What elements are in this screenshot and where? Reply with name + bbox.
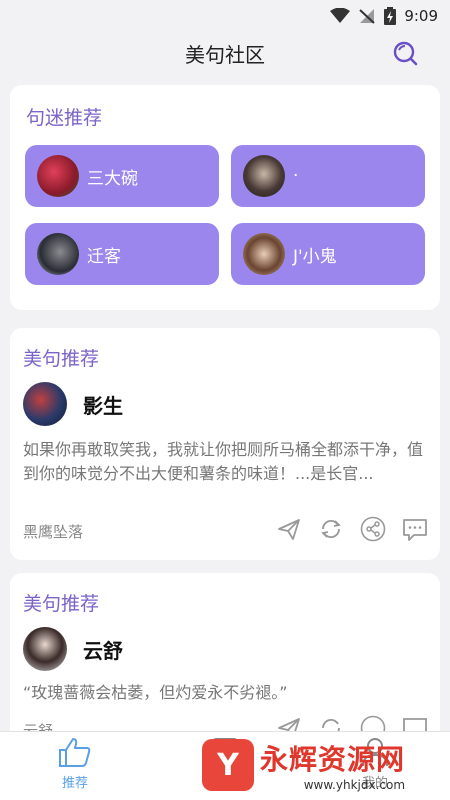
watermark-text: 永辉资源网: [260, 743, 406, 776]
search-button[interactable]: [390, 38, 420, 68]
author-name: 影生: [83, 393, 123, 418]
post-text[interactable]: “玫瑰蔷薇会枯萎，但灼爱永不劣褪。”: [23, 681, 428, 705]
post-author[interactable]: 云舒: [23, 627, 123, 671]
user-grid: 三大碗 · 迁客 J'小鬼: [25, 145, 425, 285]
user-chip[interactable]: 三大碗: [25, 145, 219, 207]
post-card: 美句推荐 影生 如果你再敢取笑我，我就让你把厕所马桶全都添干净，值到你的味觉分不…: [10, 328, 440, 560]
tab-recommend[interactable]: 推荐: [30, 736, 120, 791]
avatar: [23, 382, 67, 426]
share-icon[interactable]: [360, 516, 386, 542]
recommend-users-card: 句迷推荐 三大碗 · 迁客 J'小鬼: [10, 85, 440, 310]
watermark-logo: Y: [202, 739, 254, 791]
battery-charging-icon: [384, 7, 397, 25]
post-source[interactable]: 黑鹰坠落: [23, 521, 83, 542]
search-icon: [393, 41, 418, 66]
author-name: 云舒: [83, 638, 123, 663]
post-actions: [276, 516, 428, 542]
user-name: 三大碗: [87, 168, 138, 189]
signal-off-icon: [359, 9, 375, 24]
wifi-icon: [330, 8, 351, 23]
user-chip[interactable]: ·: [231, 145, 425, 207]
user-name: ·: [293, 166, 299, 186]
avatar: [37, 233, 79, 275]
post-author[interactable]: 影生: [23, 382, 123, 426]
page-title: 美句社区: [185, 42, 265, 67]
watermark: Y 永辉资源网 www.yhkjdx.com: [202, 734, 442, 796]
status-bar: 9:09: [0, 0, 450, 32]
post-section-title: 美句推荐: [23, 593, 100, 615]
app-header: 美句社区: [0, 32, 450, 74]
user-chip[interactable]: 迁客: [25, 223, 219, 285]
user-name: 迁客: [87, 246, 121, 267]
watermark-url: www.yhkjdx.com: [303, 778, 406, 792]
watermark-text-group: 永辉资源网 www.yhkjdx.com: [260, 738, 405, 792]
avatar: [243, 233, 285, 275]
status-time: 9:09: [404, 7, 438, 25]
thumbs-up-icon: [59, 738, 91, 767]
post-card: 美句推荐 云舒 “玫瑰蔷薇会枯萎，但灼爱永不劣褪。” 云舒: [10, 573, 440, 753]
comment-icon[interactable]: [402, 516, 428, 542]
avatar: [37, 155, 79, 197]
post-section-title: 美句推荐: [23, 348, 100, 370]
user-name: J'小鬼: [293, 246, 337, 267]
user-chip[interactable]: J'小鬼: [231, 223, 425, 285]
avatar: [243, 155, 285, 197]
repost-icon[interactable]: [318, 516, 344, 542]
send-icon[interactable]: [276, 516, 302, 542]
recommend-users-title: 句迷推荐: [26, 107, 103, 129]
tab-label: 推荐: [61, 776, 88, 791]
post-text[interactable]: 如果你再敢取笑我，我就让你把厕所马桶全都添干净，值到你的味觉分不出大便和薯条的味…: [23, 438, 428, 486]
post-footer: 黑鹰坠落: [23, 516, 428, 546]
avatar: [23, 627, 67, 671]
